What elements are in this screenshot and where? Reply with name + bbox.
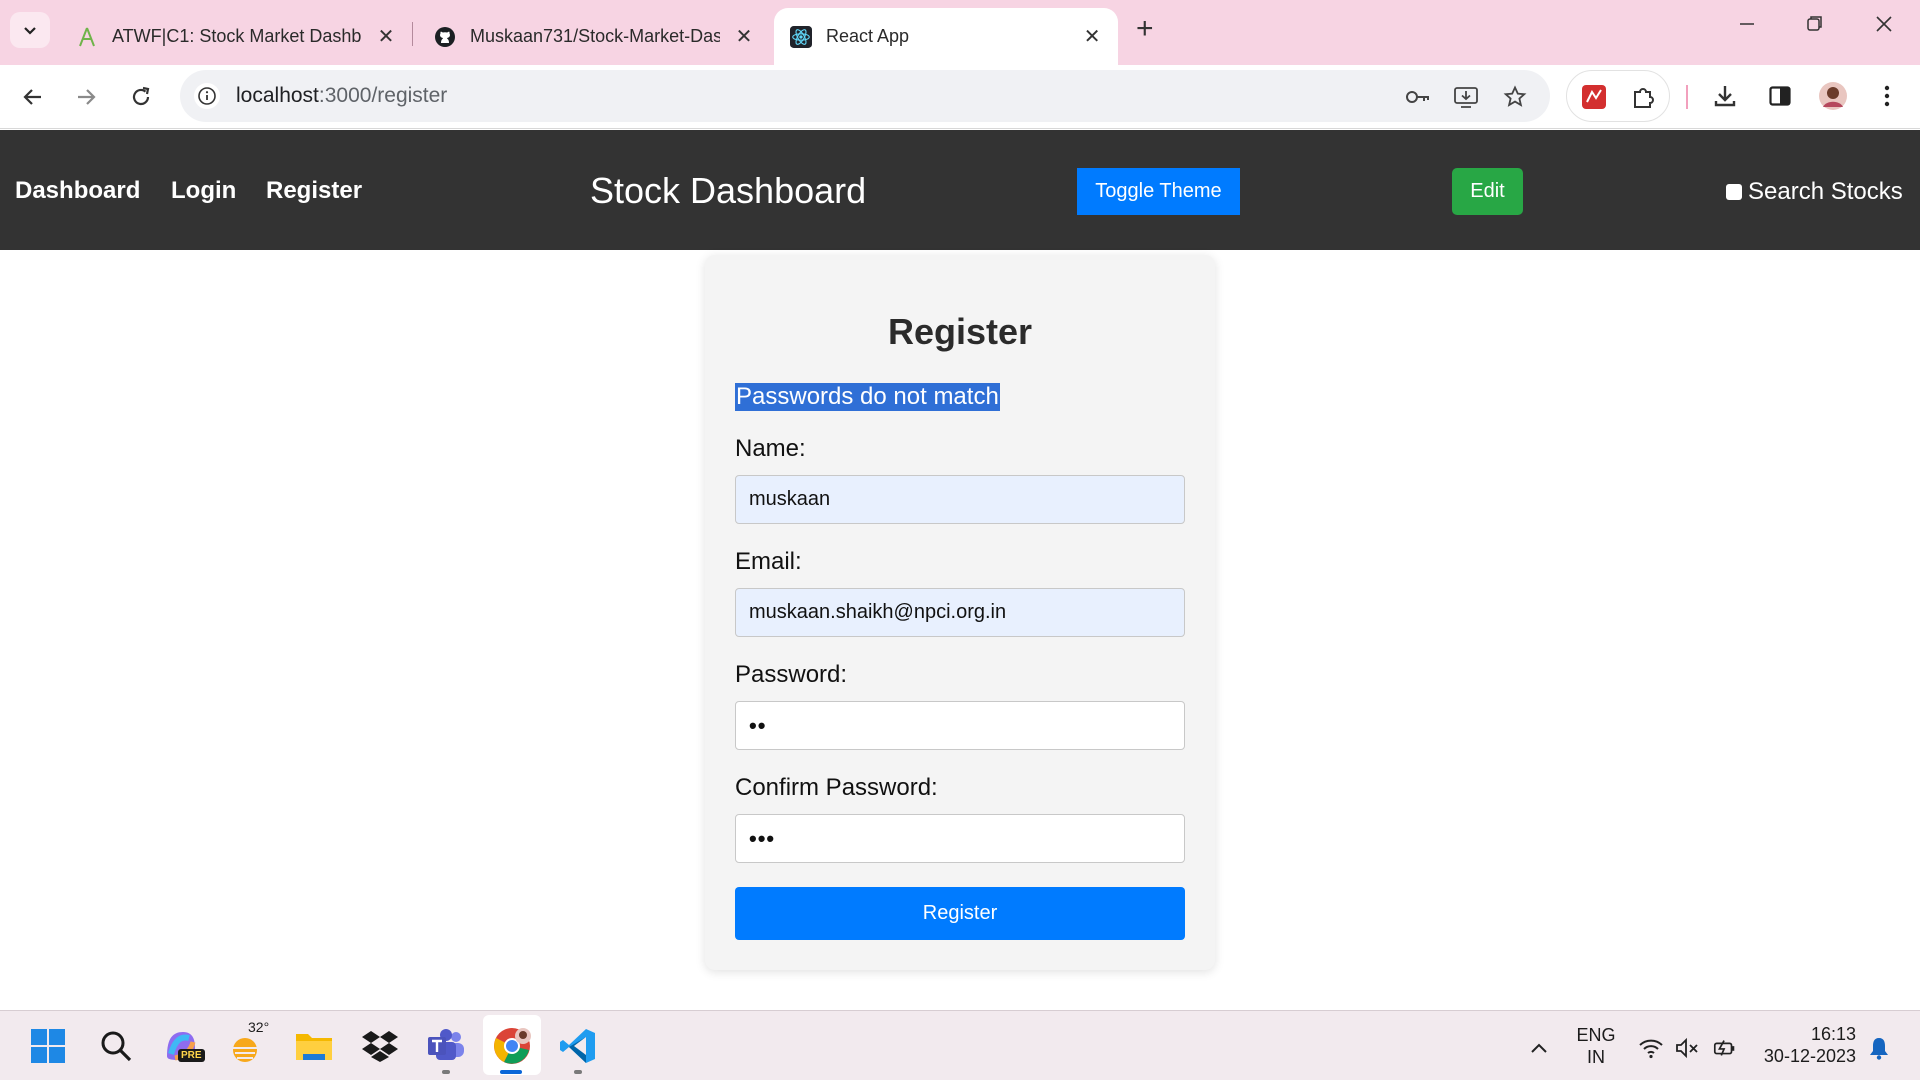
downloads-icon[interactable] [1710, 81, 1740, 111]
wifi-icon[interactable] [1638, 1035, 1664, 1061]
extension-red-icon[interactable] [1579, 82, 1609, 112]
language-code: ENG [1576, 1025, 1616, 1045]
vscode-running-indicator [574, 1070, 582, 1074]
chrome-icon[interactable] [491, 1025, 533, 1067]
tab-atwf[interactable]: ATWF|C1: Stock Market Dashbo ✕ [60, 8, 412, 65]
close-window-icon[interactable] [1874, 14, 1894, 40]
teams-running-indicator [442, 1070, 450, 1074]
search-stocks-checkbox[interactable] [1726, 184, 1742, 200]
search-stocks-toggle[interactable]: Search Stocks [1726, 178, 1903, 206]
vscode-icon[interactable] [557, 1025, 599, 1067]
clock[interactable]: 16:13 30-12-2023 [1760, 1023, 1856, 1067]
app-navbar: Dashboard Login Register Stock Dashboard… [0, 130, 1920, 250]
react-icon [790, 25, 812, 48]
windows-taskbar: PRE 32° ENG IN 16:13 30-12-2023 [0, 1010, 1920, 1080]
new-tab-icon[interactable]: + [1136, 14, 1154, 44]
browser-toolbar: localhost:3000/register [0, 65, 1920, 129]
clock-date: 30-12-2023 [1763, 1046, 1856, 1066]
nav-link-dashboard[interactable]: Dashboard [15, 177, 140, 205]
name-input[interactable]: muskaan [735, 475, 1185, 524]
dropbox-icon[interactable] [359, 1025, 401, 1067]
tab-separator [412, 22, 413, 46]
github-icon [434, 26, 456, 48]
language-indicator[interactable]: ENG IN [1576, 1024, 1616, 1068]
notification-bell-icon[interactable] [1866, 1035, 1892, 1061]
error-message: Passwords do not match [735, 383, 1000, 411]
back-icon[interactable] [15, 79, 51, 115]
tab-title: ATWF|C1: Stock Market Dashbo [112, 26, 362, 46]
password-label: Password: [735, 661, 848, 688]
weather-sun-icon[interactable]: 32° [226, 1019, 269, 1067]
browser-menu-icon[interactable] [1872, 81, 1902, 111]
restore-icon[interactable] [1806, 14, 1824, 40]
atwf-icon [76, 26, 98, 48]
edit-button[interactable]: Edit [1452, 168, 1523, 215]
battery-charging-icon[interactable] [1712, 1035, 1738, 1061]
address-bar[interactable]: localhost:3000/register [180, 70, 1550, 122]
chevron-down-icon [24, 27, 36, 35]
tray-overflow-chevron-icon[interactable] [1526, 1035, 1552, 1061]
nav-link-register[interactable]: Register [266, 177, 362, 205]
email-input[interactable]: muskaan.shaikh@npci.org.in [735, 588, 1185, 637]
tab-search-button[interactable] [10, 12, 50, 48]
site-info-icon[interactable] [194, 83, 220, 109]
url-path: :3000/register [318, 84, 448, 107]
browser-tab-bar: ATWF|C1: Stock Market Dashbo ✕ Muskaan73… [0, 0, 1920, 65]
extensions-puzzle-icon[interactable] [1629, 82, 1659, 112]
toolbar-separator [1686, 85, 1688, 109]
register-card: Register Passwords do not match Name: mu… [705, 255, 1215, 970]
close-tab-icon[interactable]: ✕ [1082, 24, 1102, 49]
weather-temp: 32° [248, 1019, 270, 1035]
extensions-pill [1566, 70, 1670, 122]
chrome-active-indicator [500, 1070, 522, 1074]
email-label: Email: [735, 548, 802, 575]
register-heading: Register [887, 311, 1033, 352]
language-region: IN [1587, 1047, 1605, 1067]
password-input[interactable]: •• [735, 701, 1185, 750]
close-tab-icon[interactable]: ✕ [734, 24, 754, 49]
app-title: Stock Dashboard [590, 170, 867, 211]
clock-time: 16:13 [1810, 1024, 1856, 1044]
tab-title: Muskaan731/Stock-Market-Das [470, 26, 720, 46]
name-label: Name: [735, 435, 806, 462]
minimize-icon[interactable] [1738, 14, 1756, 40]
tab-github[interactable]: Muskaan731/Stock-Market-Das ✕ [418, 8, 770, 65]
name-input-value: muskaan [749, 488, 831, 510]
toggle-theme-button[interactable]: Toggle Theme [1077, 168, 1240, 215]
confirm-password-label: Confirm Password: [735, 774, 938, 801]
search-icon[interactable] [95, 1025, 137, 1067]
side-panel-icon[interactable] [1765, 81, 1795, 111]
confirm-password-input[interactable]: ••• [735, 814, 1185, 863]
close-tab-icon[interactable]: ✕ [376, 24, 396, 49]
password-key-icon[interactable] [1405, 84, 1431, 110]
tab-react-app[interactable]: React App ✕ [774, 8, 1118, 65]
confirm-password-mask: ••• [749, 825, 776, 851]
copilot-badge: PRE [178, 1049, 205, 1062]
speaker-muted-icon[interactable] [1674, 1035, 1700, 1061]
url-host: localhost [236, 84, 319, 107]
search-stocks-label: Search Stocks [1748, 178, 1903, 205]
tab-title: React App [826, 26, 910, 46]
email-input-value: muskaan.shaikh@npci.org.in [749, 601, 1007, 623]
profile-avatar[interactable] [1818, 81, 1848, 111]
windows-start-icon[interactable] [27, 1025, 69, 1067]
teams-icon[interactable] [425, 1025, 467, 1067]
register-submit-button[interactable]: Register [735, 887, 1185, 940]
copilot-icon[interactable]: PRE [160, 1025, 205, 1067]
password-mask: •• [749, 712, 767, 738]
forward-icon[interactable] [68, 79, 104, 115]
reload-icon[interactable] [123, 79, 159, 115]
file-explorer-icon[interactable] [293, 1025, 335, 1067]
install-app-icon[interactable] [1453, 84, 1479, 110]
bookmark-star-icon[interactable] [1502, 84, 1528, 110]
url-text: localhost:3000/register [236, 84, 447, 108]
nav-link-login[interactable]: Login [171, 177, 236, 205]
